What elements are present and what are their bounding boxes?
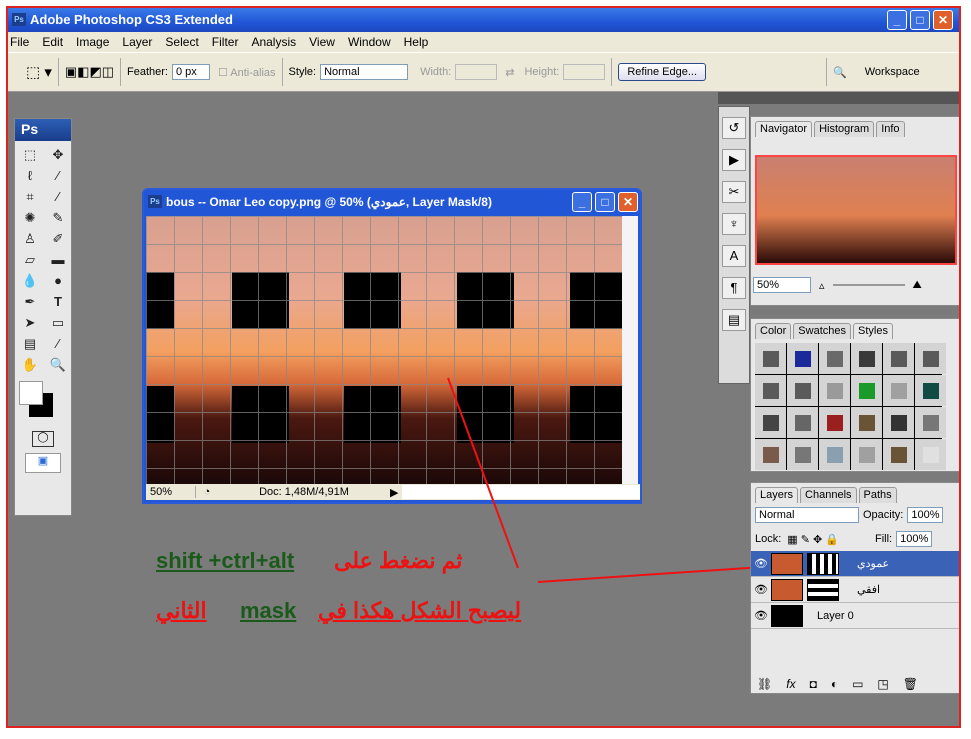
collapsed-panel-icons: ↺ ▶ ✂ ♆ A ¶ ▤ [718,106,750,384]
fx-icon[interactable]: fx [786,677,795,691]
style-swatch[interactable] [787,343,818,374]
style-swatch[interactable] [915,343,946,374]
fill-label: Fill: [875,533,893,545]
adjustment-layer-icon[interactable]: ◐ [831,677,838,691]
visibility-eye-icon[interactable]: 👁 [751,609,771,622]
style-swatch[interactable] [851,439,882,470]
layers-panel: Layers Channels Paths Normal Opacity: 10… [750,482,959,694]
tab-info[interactable]: Info [876,121,905,137]
style-swatch[interactable] [851,343,882,374]
style-swatch[interactable] [883,439,914,470]
opacity-label: Opacity: [863,509,904,521]
style-swatch[interactable] [787,439,818,470]
tab-histogram[interactable]: Histogram [814,121,875,137]
style-swatch[interactable] [883,375,914,406]
mask-thumbnail[interactable] [807,552,839,575]
style-swatch[interactable] [915,439,946,470]
tab-navigator[interactable]: Navigator [755,121,813,137]
actions-panel-icon[interactable]: ▶ [722,149,746,171]
paragraph-panel-icon[interactable]: ¶ [722,277,746,299]
layer-name: عمودي [857,558,890,570]
style-swatch[interactable] [819,375,850,406]
style-swatch[interactable] [851,407,882,438]
navigator-zoom-input[interactable]: 50% [753,277,811,293]
styles-panel: Color Swatches Styles [750,318,959,472]
tab-layers[interactable]: Layers [755,487,799,503]
zoom-in-icon[interactable]: ⛰ [913,279,922,292]
link-layers-icon[interactable]: ⛓ [757,677,772,691]
new-layer-icon[interactable]: ◳ [877,677,888,691]
layer-thumbnail [771,604,803,627]
delete-layer-icon[interactable]: 🗑 [903,677,918,691]
style-swatch[interactable] [787,375,818,406]
character-panel-icon[interactable]: A [722,245,746,267]
new-group-icon[interactable]: ▭ [852,677,863,691]
layer-comps-icon[interactable]: ▤ [722,309,746,331]
navigator-preview[interactable] [755,155,957,265]
brushes-panel-icon[interactable]: ♆ [722,213,746,235]
style-swatch[interactable] [755,343,786,374]
visibility-eye-icon[interactable]: 👁 [751,583,771,596]
opacity-input[interactable]: 100% [907,507,944,523]
fill-input[interactable]: 100% [896,531,933,547]
add-mask-icon[interactable]: ◘ [810,677,817,691]
tab-styles[interactable]: Styles [853,323,893,339]
style-swatch[interactable] [915,375,946,406]
layer-row[interactable]: 👁 Layer 0 [751,603,959,629]
style-swatch[interactable] [755,407,786,438]
layer-thumbnail [771,578,803,601]
style-swatch[interactable] [915,407,946,438]
style-swatch[interactable] [819,343,850,374]
style-swatch[interactable] [755,375,786,406]
layer-row[interactable]: 👁 افقي [751,577,959,603]
layer-row[interactable]: 👁 عمودي [751,551,959,577]
lock-icons[interactable]: ▦ ✎ ✥ 🔒 [787,533,839,546]
style-swatch[interactable] [755,439,786,470]
style-swatch[interactable] [819,439,850,470]
style-swatch[interactable] [883,343,914,374]
zoom-out-icon[interactable]: ▵ [819,279,825,292]
history-panel-icon[interactable]: ↺ [722,117,746,139]
tab-color[interactable]: Color [755,323,792,339]
mask-thumbnail[interactable] [807,578,839,601]
visibility-eye-icon[interactable]: 👁 [751,557,771,570]
tab-paths[interactable]: Paths [858,487,897,503]
photoshop-window: Ps Adobe Photoshop CS3 Extended _ □ ✕ Fi… [6,6,961,728]
tool-presets-icon[interactable]: ✂ [722,181,746,203]
style-swatch[interactable] [819,407,850,438]
styles-grid [755,343,946,470]
style-swatch[interactable] [883,407,914,438]
style-swatch[interactable] [851,375,882,406]
layer-name: Layer 0 [817,609,854,622]
style-swatch[interactable] [787,407,818,438]
navigator-panel: Navigator Histogram Info 50% ▵ ⛰ [750,116,959,306]
blend-mode-select[interactable]: Normal [755,507,859,523]
layer-name: افقي [857,584,881,596]
lock-label: Lock: [755,533,782,545]
tab-swatches[interactable]: Swatches [793,323,851,339]
layer-thumbnail [771,552,803,575]
layers-footer: ⛓ fx ◘ ◐ ▭ ◳ 🗑 [757,677,918,691]
tab-channels[interactable]: Channels [800,487,857,503]
navigator-zoom-slider[interactable] [832,284,905,286]
panel-dock-header[interactable] [718,92,959,104]
